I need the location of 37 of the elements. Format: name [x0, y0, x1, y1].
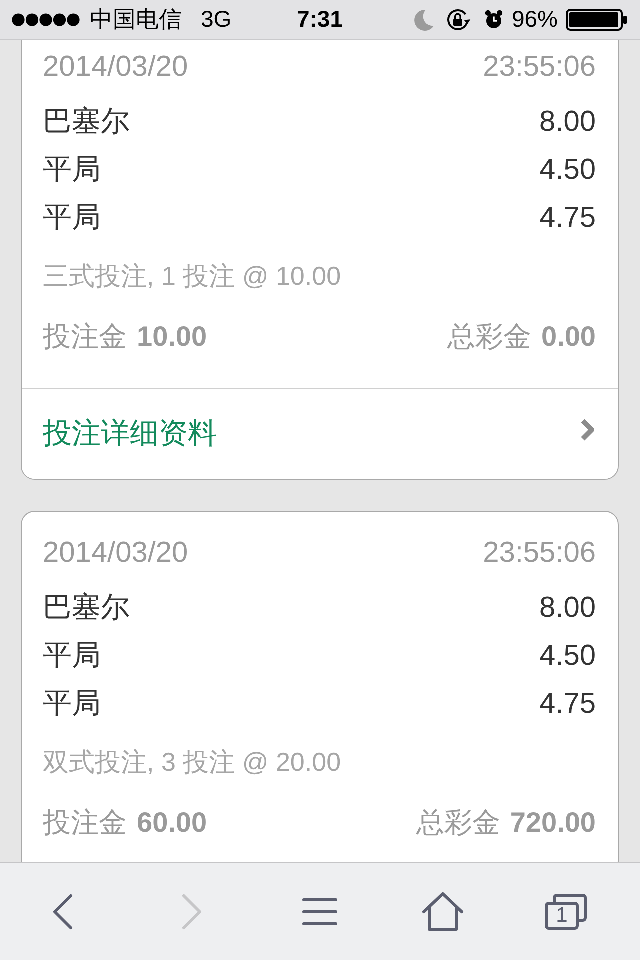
carrier-name: 中国电信	[90, 8, 182, 31]
network-type: 3G	[201, 8, 232, 31]
bet-details-link[interactable]: 投注详细资料	[22, 388, 618, 479]
alarm-clock-icon	[484, 10, 503, 29]
selection-name: 巴塞尔	[43, 108, 130, 136]
clock-time: 7:31	[296, 8, 344, 31]
selection-odds: 4.75	[540, 204, 596, 232]
selection-odds: 4.75	[540, 690, 596, 718]
selection-name: 平局	[43, 642, 101, 670]
rotation-lock-icon	[446, 8, 471, 32]
selection-odds: 4.50	[540, 642, 596, 670]
stake-label: 投注金	[43, 809, 127, 837]
bet-summary: 双式投注, 3 投注 @ 20.00	[43, 749, 342, 775]
selection-odds: 8.00	[540, 594, 596, 622]
bet-summary: 三式投注, 1 投注 @ 10.00	[43, 263, 342, 289]
selection-odds: 4.50	[540, 156, 596, 184]
stake-label: 投注金	[43, 323, 127, 351]
total-winnings-amount: 0.00	[542, 323, 596, 351]
bet-date: 2014/03/20	[43, 52, 188, 82]
total-winnings-label: 总彩金	[416, 809, 500, 837]
signal-dots-icon	[12, 12, 80, 26]
total-winnings-amount: 720.00	[510, 809, 596, 837]
battery-percentage: 96%	[512, 8, 558, 31]
bet-date: 2014/03/20	[43, 538, 188, 568]
selection-name: 平局	[43, 156, 101, 184]
selection-name: 巴塞尔	[43, 594, 130, 622]
bet-time: 23:55:06	[483, 538, 596, 568]
moon-icon	[414, 8, 434, 30]
stake-amount: 10.00	[137, 323, 208, 351]
selection-odds: 8.00	[540, 108, 596, 136]
selection-name: 平局	[43, 690, 101, 718]
battery-icon	[566, 8, 628, 30]
total-winnings-label: 总彩金	[448, 323, 532, 351]
stake-amount: 60.00	[137, 809, 208, 837]
bet-time: 23:55:06	[483, 52, 596, 82]
chevron-right-icon	[580, 418, 596, 442]
selection-name: 平局	[43, 204, 101, 232]
